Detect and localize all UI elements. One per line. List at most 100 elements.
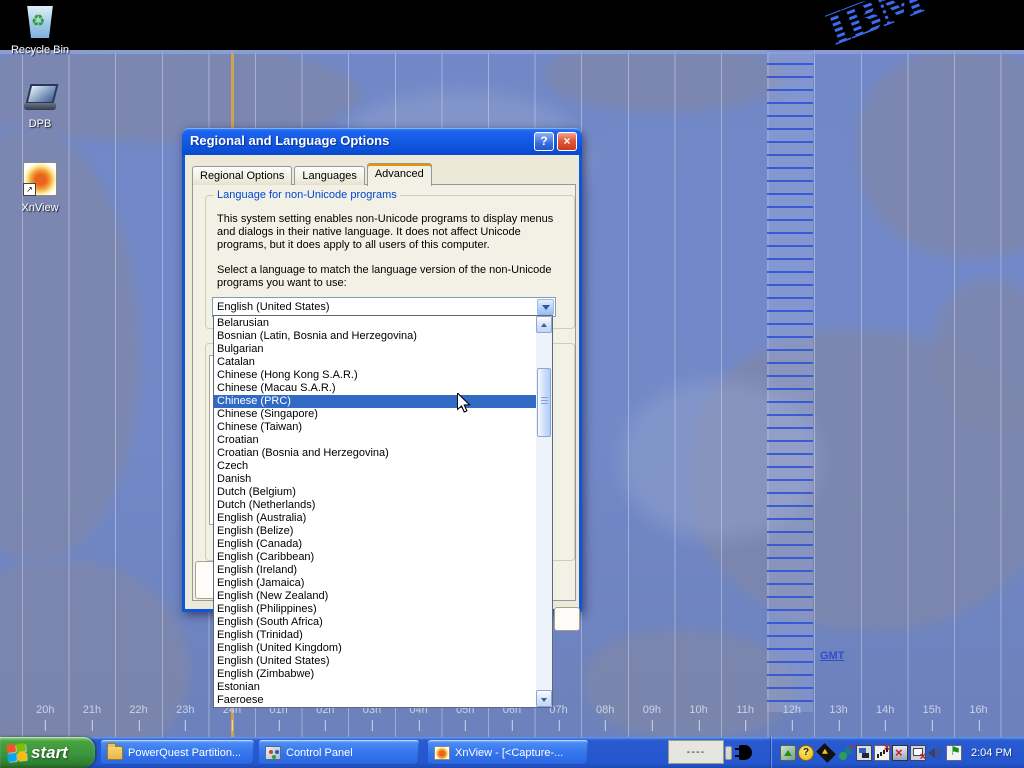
language-list-item[interactable]: Croatian (214, 434, 536, 447)
scrollbar-thumb[interactable] (537, 368, 551, 437)
language-list-item[interactable]: English (United States) (214, 655, 536, 668)
network-disconnected-icon[interactable] (910, 745, 926, 761)
groupbox-title: Language for non-Unicode programs (214, 189, 400, 201)
map-top-edge (0, 50, 1024, 54)
timezone-label: 11h (736, 704, 754, 716)
language-list-item[interactable]: English (Philippines) (214, 603, 536, 616)
desktop-icon-recycle-bin[interactable]: Recycle Bin (1, 6, 79, 56)
volume-icon[interactable] (928, 745, 944, 761)
timezone-label: 09h (643, 704, 661, 716)
language-list-item[interactable]: English (United Kingdom) (214, 642, 536, 655)
timezone-label: 08h (596, 704, 614, 716)
tab-advanced[interactable]: Advanced (367, 163, 432, 186)
language-list-item[interactable]: Belarusian (214, 317, 536, 330)
language-list-item[interactable]: English (Australia) (214, 512, 536, 525)
windows-flag-icon (6, 743, 27, 762)
taskbar-button-control-panel[interactable]: Control Panel (259, 740, 419, 765)
dialog-title: Regional and Language Options (182, 128, 582, 154)
language-list-item[interactable]: Chinese (Singapore) (214, 408, 536, 421)
tab-languages[interactable]: Languages (294, 166, 364, 185)
language-list-item[interactable]: English (Belize) (214, 525, 536, 538)
desktop-icon-label: DPB (29, 118, 52, 130)
language-list-item[interactable]: Croatian (Bosnia and Herzegovina) (214, 447, 536, 460)
language-list-item[interactable]: Dutch (Belgium) (214, 486, 536, 499)
xnview-shortcut-icon[interactable] (23, 162, 57, 196)
scroll-down-icon[interactable] (536, 690, 552, 707)
language-list-item[interactable]: English (Trinidad) (214, 629, 536, 642)
language-list-item[interactable]: Bulgarian (214, 343, 536, 356)
tray-icons (780, 745, 962, 761)
language-list-item[interactable]: Danish (214, 473, 536, 486)
language-list-item[interactable]: Bosnian (Latin, Bosnia and Herzegovina) (214, 330, 536, 343)
remove-hardware-icon[interactable] (780, 745, 796, 761)
language-list-item[interactable]: Chinese (Hong Kong S.A.R.) (214, 369, 536, 382)
control-panel-icon (265, 746, 281, 760)
language-dropdown-list[interactable]: BelarusianBosnian (Latin, Bosnia and Her… (213, 315, 553, 708)
language-list-item[interactable]: Estonian (214, 681, 536, 694)
taskbar-button-xnview[interactable]: XnView - [<Capture-... (428, 740, 588, 765)
language-list-item[interactable]: English (Ireland) (214, 564, 536, 577)
combobox-value: English (United States) (217, 301, 330, 313)
language-rows: BelarusianBosnian (Latin, Bosnia and Her… (214, 317, 536, 707)
taskbar-button-label: PowerQuest Partition... (128, 747, 241, 759)
language-list-item[interactable]: Dutch (Netherlands) (214, 499, 536, 512)
taskbar-misc-box[interactable]: ---- (668, 740, 724, 764)
desktop-icon-label: Recycle Bin (11, 44, 69, 56)
security-flag-icon[interactable] (946, 745, 962, 761)
dla-icon[interactable] (816, 743, 836, 763)
connection-error-icon[interactable] (892, 745, 908, 761)
language-list-item[interactable]: Chinese (Macau S.A.R.) (214, 382, 536, 395)
messenger-icon[interactable] (838, 745, 854, 761)
timezone-label: 20h (36, 704, 54, 716)
language-list-item[interactable]: Catalan (214, 356, 536, 369)
system-tray: 2:04 PM (770, 737, 1024, 768)
tab-strip: Regional Options Languages Advanced (192, 163, 434, 185)
taskbar-button-label: XnView - [<Capture-... (455, 747, 563, 759)
taskbar-button-powerquest[interactable]: PowerQuest Partition... (101, 740, 254, 765)
language-list-item[interactable]: English (Zimbabwe) (214, 668, 536, 681)
laptop-icon[interactable] (22, 84, 58, 112)
list-scrollbar[interactable] (536, 316, 552, 707)
clock[interactable]: 2:04 PM (971, 747, 1012, 759)
combobox-dropdown-icon[interactable] (537, 299, 554, 315)
desktop-icon-dpb[interactable]: DPB (1, 84, 79, 130)
non-unicode-description: This system setting enables non-Unicode … (217, 213, 571, 252)
language-combobox[interactable]: English (United States) (212, 297, 556, 317)
desktop-icon-label: XnView (21, 202, 58, 214)
xnview-icon (434, 746, 450, 760)
timezone-label: 23h (176, 704, 194, 716)
recycle-bin-icon[interactable] (26, 6, 54, 38)
language-list-item[interactable]: Faeroese (214, 694, 536, 707)
scroll-up-icon[interactable] (536, 316, 552, 333)
language-list-item[interactable]: Chinese (Taiwan) (214, 421, 536, 434)
network-place-icon[interactable] (856, 745, 872, 761)
taskbar: start PowerQuest Partition... Control Pa… (0, 737, 1024, 768)
language-list-item[interactable]: English (Jamaica) (214, 577, 536, 590)
button-fragment-right (554, 607, 580, 631)
gmt-meridian-band (767, 50, 813, 712)
help-button[interactable]: ? (534, 132, 554, 151)
antivirus-icon[interactable] (798, 745, 814, 761)
language-list-item[interactable]: English (South Africa) (214, 616, 536, 629)
timezone-label: 13h (829, 704, 847, 716)
folder-icon (107, 746, 123, 760)
language-list-item[interactable]: Chinese (PRC) (214, 395, 536, 408)
gmt-label: GMT (820, 650, 844, 662)
tab-regional-options[interactable]: Regional Options (192, 166, 292, 185)
taskbar-knob (725, 746, 732, 760)
dialog-titlebar[interactable]: Regional and Language Options ? × (182, 128, 582, 155)
timezone-label: 21h (83, 704, 101, 716)
power-plug-icon[interactable] (739, 745, 752, 760)
close-button[interactable]: × (557, 132, 577, 151)
signal-no-connect-icon[interactable] (874, 745, 890, 761)
timezone-label: 16h (969, 704, 987, 716)
select-language-prompt: Select a language to match the language … (217, 264, 571, 290)
desktop-icon-xnview[interactable]: XnView (1, 162, 79, 214)
language-list-item[interactable]: English (New Zealand) (214, 590, 536, 603)
language-list-item[interactable]: Czech (214, 460, 536, 473)
language-list-item[interactable]: English (Canada) (214, 538, 536, 551)
start-label: start (31, 743, 68, 763)
mouse-cursor (457, 393, 471, 420)
start-button[interactable]: start (0, 737, 95, 768)
language-list-item[interactable]: English (Caribbean) (214, 551, 536, 564)
